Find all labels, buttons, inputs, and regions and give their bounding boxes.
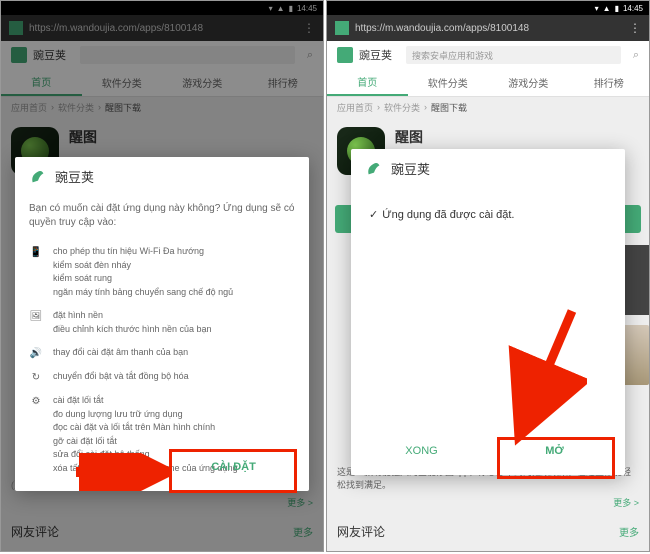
phone-right: ▾ ▲ ▮ 14:45 https://m.wandoujia.com/apps… bbox=[326, 0, 650, 552]
tab-rank[interactable]: 排行榜 bbox=[569, 69, 650, 96]
crumb-current: 醒图下载 bbox=[431, 101, 467, 114]
status-bar: ▾ ▲ ▮ 14:45 bbox=[327, 1, 649, 15]
dialog-body: Bạn có muốn cài đặt ứng dụng này không? … bbox=[15, 196, 309, 480]
reviews-title: 网友评论 bbox=[337, 523, 385, 540]
store-name: 豌豆荚 bbox=[359, 47, 392, 63]
dialog-header: 豌豆荚 bbox=[15, 157, 309, 196]
permission-item: 🖼 đặt hình nềnđiều chỉnh kích thước hình … bbox=[29, 304, 295, 341]
dialog-header: 豌豆荚 bbox=[351, 149, 625, 188]
installed-text: Ứng dụng đã được cài đặt. bbox=[382, 209, 514, 221]
crumb-home[interactable]: 应用首页 bbox=[337, 101, 373, 114]
check-icon: ✓ bbox=[369, 208, 378, 221]
cancel-button[interactable]: HỦY bbox=[23, 451, 158, 483]
breadcrumb: 应用首页› 软件分类› 醒图下载 bbox=[327, 97, 649, 117]
wifi-icon: ▾ bbox=[595, 4, 599, 13]
installed-dialog: 豌豆荚 ✓ Ứng dụng đã được cài đặt. XONG MỞ bbox=[351, 149, 625, 475]
tab-software[interactable]: 软件分类 bbox=[408, 69, 489, 96]
install-dialog: 豌豆荚 Bạn có muốn cài đặt ứng dụng này khô… bbox=[15, 157, 309, 491]
reviews-section: 网友评论 更多 bbox=[327, 515, 649, 548]
permission-icon: ↻ bbox=[29, 370, 43, 384]
store-header: 豌豆荚 搜索安卓应用和游戏 ⌕ bbox=[327, 41, 649, 69]
crumb-category[interactable]: 软件分类 bbox=[384, 101, 420, 114]
dialog-body: ✓ Ứng dụng đã được cài đặt. bbox=[351, 188, 625, 241]
url-bar: https://m.wandoujia.com/apps/8100148 ⋮ bbox=[327, 15, 649, 41]
search-input[interactable]: 搜索安卓应用和游戏 bbox=[406, 46, 621, 64]
site-favicon bbox=[335, 21, 349, 35]
permission-icon: 📱 bbox=[29, 245, 43, 259]
nav-tabs: 首页 软件分类 游戏分类 排行榜 bbox=[327, 69, 649, 97]
tab-home[interactable]: 首页 bbox=[327, 69, 408, 96]
battery-icon: ▮ bbox=[615, 4, 619, 13]
dialog-logo-icon bbox=[365, 160, 383, 178]
permission-text: chuyển đổi bật và tắt đồng bộ hóa bbox=[53, 370, 189, 384]
dialog-actions: HỦY CÀI ĐẶT bbox=[15, 443, 309, 491]
phone-left: ▾ ▲ ▮ 14:45 https://m.wandoujia.com/apps… bbox=[0, 0, 324, 552]
permission-icon: 🔊 bbox=[29, 346, 43, 360]
dialog-title: 豌豆荚 bbox=[55, 167, 94, 186]
more-link[interactable]: 更多 > bbox=[613, 496, 639, 509]
browser-menu-icon[interactable]: ⋮ bbox=[629, 21, 641, 35]
dialog-actions: XONG MỞ bbox=[351, 427, 625, 475]
dialog-logo-icon bbox=[29, 168, 47, 186]
url-text: https://m.wandoujia.com/apps/8100148 bbox=[355, 23, 623, 34]
tab-games[interactable]: 游戏分类 bbox=[488, 69, 569, 96]
permission-item: 📱 cho phép thu tín hiệu Wi-Fi Đa hướngkiể… bbox=[29, 240, 295, 304]
open-button[interactable]: MỞ bbox=[492, 435, 617, 467]
dialog-question: Bạn có muốn cài đặt ứng dụng này không? … bbox=[29, 196, 295, 240]
done-button[interactable]: XONG bbox=[359, 435, 484, 467]
signal-icon: ▲ bbox=[603, 4, 611, 13]
install-button[interactable]: CÀI ĐẶT bbox=[166, 451, 301, 483]
store-logo-icon bbox=[337, 47, 353, 63]
clock: 14:45 bbox=[623, 4, 643, 13]
installed-message: ✓ Ứng dụng đã được cài đặt. bbox=[365, 188, 611, 241]
permission-text: thay đổi cài đặt âm thanh của bạn bbox=[53, 346, 188, 360]
permission-icon: ⚙ bbox=[29, 394, 43, 408]
permission-text: cho phép thu tín hiệu Wi-Fi Đa hướngkiểm… bbox=[53, 245, 233, 299]
permission-text: đặt hình nềnđiều chỉnh kích thước hình n… bbox=[53, 309, 212, 336]
search-icon[interactable]: ⌕ bbox=[627, 49, 639, 62]
reviews-more[interactable]: 更多 bbox=[619, 524, 639, 539]
permission-item: ↻ chuyển đổi bật và tắt đồng bộ hóa bbox=[29, 365, 295, 389]
dialog-title: 豌豆荚 bbox=[391, 159, 430, 178]
permission-item: 🔊 thay đổi cài đặt âm thanh của bạn bbox=[29, 341, 295, 365]
permission-icon: 🖼 bbox=[29, 309, 43, 323]
